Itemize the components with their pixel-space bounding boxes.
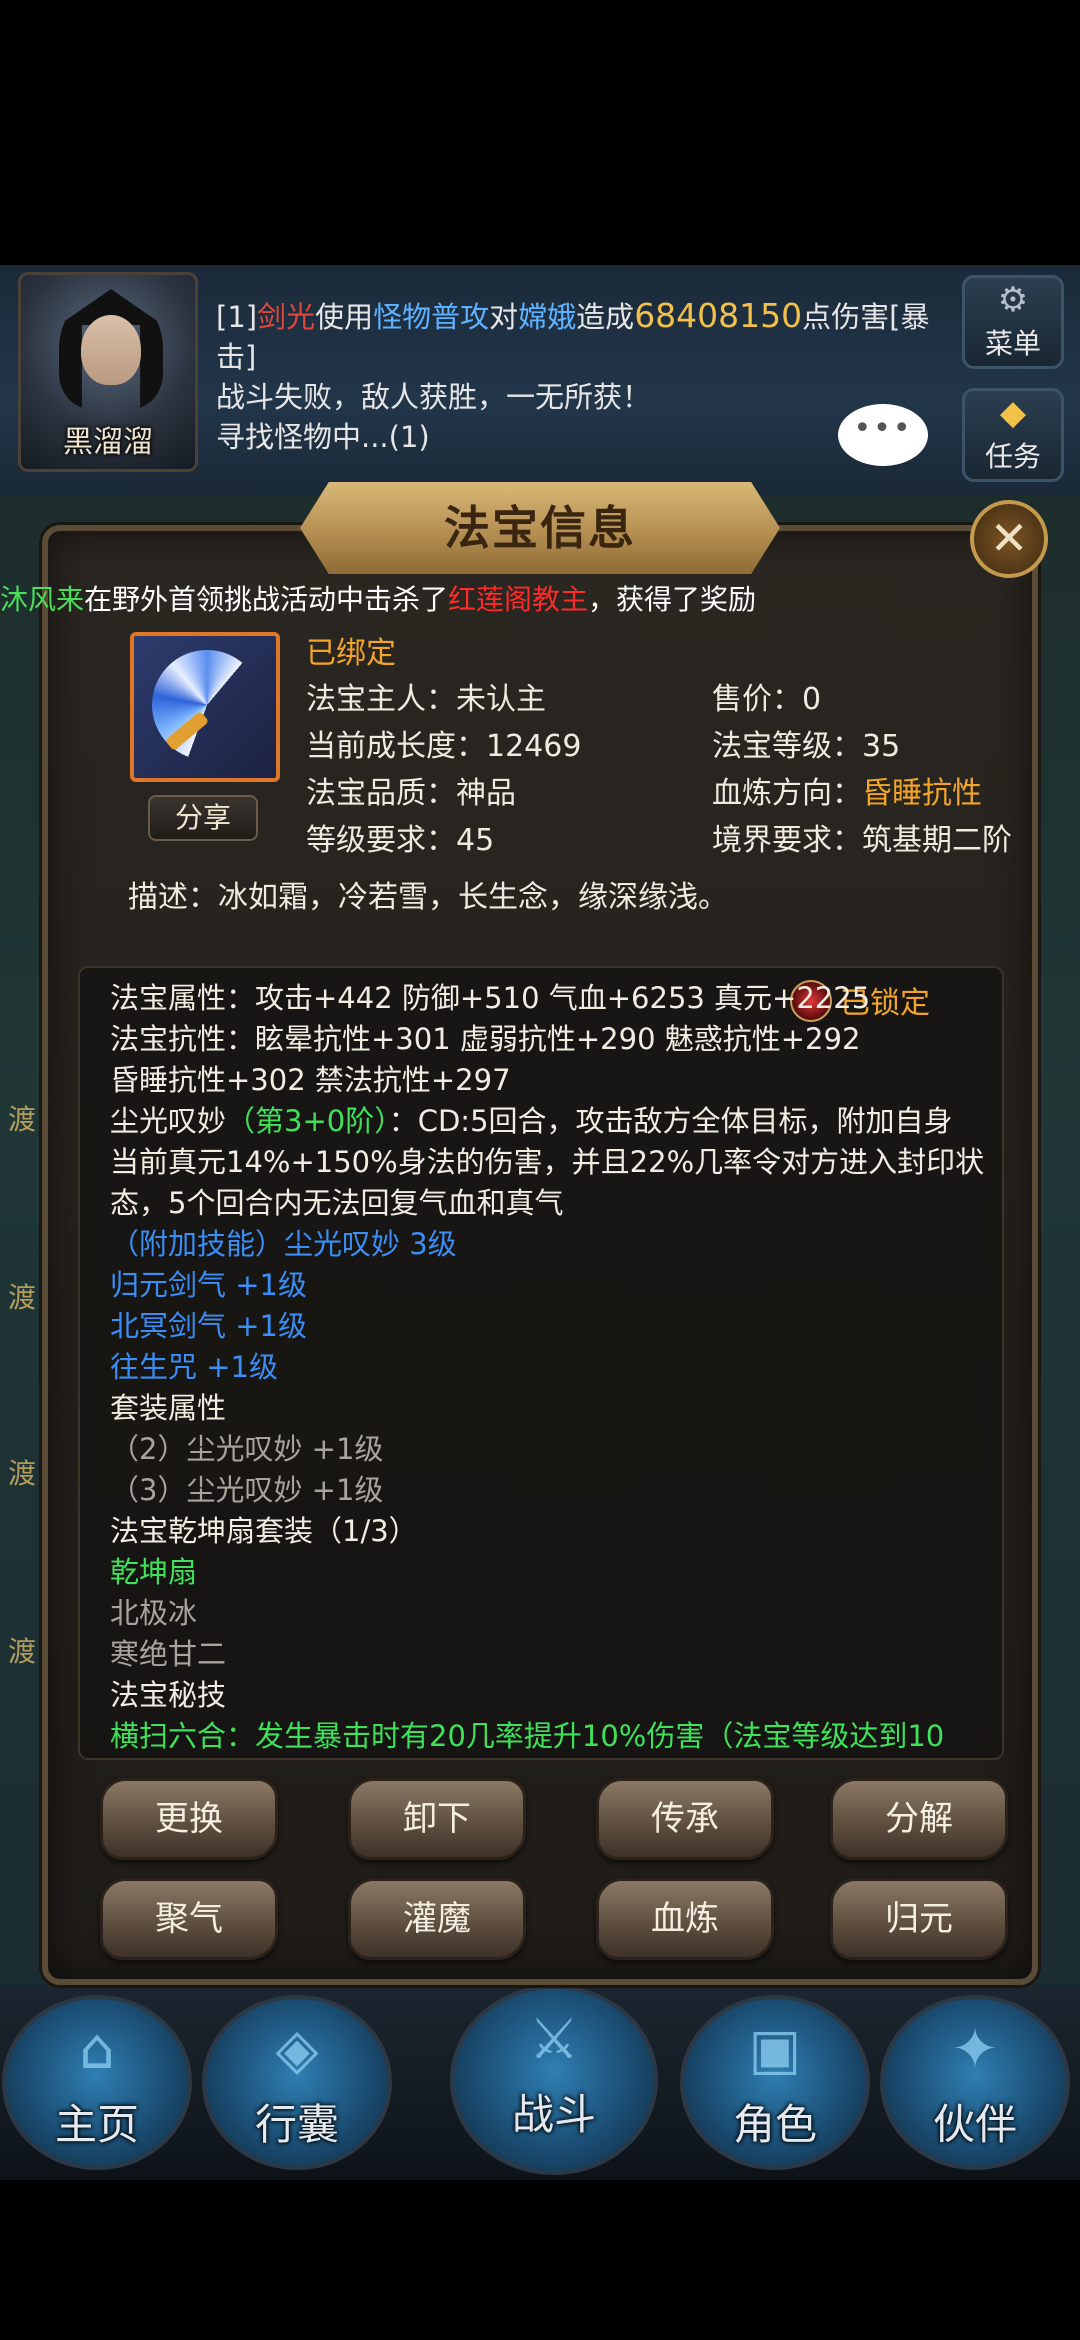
secret-skill-line: 横扫六合：发生暴击时有20几率提升10%伤害（法宝等级达到10 <box>110 1719 945 1753</box>
treasure-icon[interactable] <box>130 632 280 782</box>
bonus-skill: 归元剑气 +1级 <box>110 1268 307 1302</box>
nav-partner[interactable]: ✦ 伙伴 <box>880 1995 1070 2170</box>
nav-character[interactable]: ▣ 角色 <box>680 1995 870 2170</box>
nav-battle[interactable]: ⚔ 战斗 <box>450 1985 658 2175</box>
bonus-skill: 北冥剑气 +1级 <box>110 1309 307 1343</box>
broadcast-boss: 红莲阁教主 <box>448 583 589 616</box>
treasure-description: 描述：冰如霜，冷若雪，长生念，缘深缘浅。 <box>128 880 728 915</box>
log-skill: 怪物普攻 <box>373 300 490 334</box>
log-attacker: 剑光 <box>257 300 316 334</box>
nav-bag[interactable]: ◈ 行囊 <box>202 1995 392 2170</box>
skill-stage: （第3+0阶） <box>226 1104 389 1138</box>
side-label: 渡 <box>8 1457 37 1490</box>
blood-direction-label: 血炼方向： <box>712 776 862 811</box>
attributes-box[interactable]: 已锁定 法宝属性：攻击+442 防御+510 气血+6253 真元+2225 法… <box>78 966 1004 1760</box>
nav-label: 伙伴 <box>932 2100 1017 2149</box>
share-button[interactable]: 分享 <box>148 795 258 841</box>
set-name: 法宝乾坤扇套装（1/3） <box>110 1514 418 1548</box>
replace-button[interactable]: 更换 <box>100 1778 278 1860</box>
gather-qi-button[interactable]: 聚气 <box>100 1878 278 1960</box>
set-attribute-heading: 套装属性 <box>110 1391 227 1425</box>
battle-log-line-3: 寻找怪物中...(1) <box>216 420 430 454</box>
set-piece: 寒绝甘二 <box>110 1637 227 1671</box>
return-origin-button[interactable]: 归元 <box>830 1878 1008 1960</box>
menu-button[interactable]: ⚙ 菜单 <box>962 275 1064 369</box>
chat-bubble-icon[interactable]: ••• <box>838 404 928 466</box>
log-target: 嫦娥 <box>518 300 577 334</box>
log-damage: 68408150 <box>634 296 803 335</box>
nav-label: 主页 <box>54 2100 139 2149</box>
system-broadcast: 沐风来在野外首领挑战活动中击杀了红莲阁教主，获得了奖励 <box>0 580 1080 620</box>
treasure-level: 法宝等级：35 <box>712 729 901 764</box>
treasure-owner: 法宝主人：未认主 <box>306 682 546 717</box>
diamond-icon: ◆ <box>999 393 1027 433</box>
bound-status: 已绑定 <box>306 636 396 671</box>
log-text: 造成 <box>576 300 635 334</box>
decompose-button[interactable]: 分解 <box>830 1778 1008 1860</box>
side-label: 渡 <box>8 1635 37 1668</box>
bag-icon: ◈ <box>275 2017 319 2082</box>
broadcast-player: 沐风来 <box>0 583 85 616</box>
realm-requirement: 境界要求：筑基期二阶 <box>712 823 1012 858</box>
home-icon: ⌂ <box>79 2017 115 2082</box>
attr-line: 法宝抗性：眩晕抗性+301 虚弱抗性+290 魅惑抗性+292 <box>110 1022 861 1056</box>
sword-icon: ⚔ <box>528 2007 580 2072</box>
extra-skill: （附加技能）尘光叹妙 3级 <box>110 1227 457 1261</box>
player-name: 黑溜溜 <box>63 425 153 460</box>
player-avatar[interactable]: 黑溜溜 <box>18 272 198 472</box>
log-prefix: [1] <box>216 300 258 334</box>
nav-label: 行囊 <box>254 2100 339 2149</box>
wolf-icon: ✦ <box>951 2017 999 2082</box>
panel-title: 法宝信息 <box>444 501 636 555</box>
broadcast-text: 在野外首领挑战活动中击杀了 <box>84 583 449 616</box>
set-piece-owned: 乾坤扇 <box>110 1555 198 1589</box>
side-label: 渡 <box>8 1281 37 1314</box>
close-button[interactable]: ✕ <box>970 500 1048 578</box>
set-bonus: （3）尘光叹妙 +1级 <box>110 1473 384 1507</box>
task-label: 任务 <box>984 440 1041 473</box>
nav-label: 战斗 <box>511 2090 596 2139</box>
attr-line: 昏睡抗性+302 禁法抗性+297 <box>110 1063 511 1097</box>
menu-label: 菜单 <box>984 327 1041 360</box>
treasure-growth: 当前成长度：12469 <box>306 729 582 764</box>
skill-line: 态，5个回合内无法回复气血和真气 <box>110 1186 564 1220</box>
avatar-face <box>81 315 141 385</box>
level-requirement: 等级要求：45 <box>306 823 495 858</box>
set-bonus: （2）尘光叹妙 +1级 <box>110 1432 384 1466</box>
infuse-magic-button[interactable]: 灌魔 <box>348 1878 526 1960</box>
blood-direction-value: 昏睡抗性 <box>862 776 982 811</box>
attr-line: 法宝属性：攻击+442 防御+510 气血+6253 真元+2225 <box>110 981 871 1015</box>
nav-label: 角色 <box>732 2100 817 2149</box>
blood-refine-button[interactable]: 血炼 <box>596 1878 774 1960</box>
nav-home[interactable]: ⌂ 主页 <box>2 1995 192 2170</box>
bonus-skill: 往生咒 +1级 <box>110 1350 278 1384</box>
gear-icon: ⚙ <box>997 280 1029 320</box>
log-text: 对 <box>489 300 519 334</box>
log-text: 使用 <box>315 300 374 334</box>
treasure-quality: 法宝品质：神品 <box>306 776 516 811</box>
chest-icon: ▣ <box>748 2017 802 2082</box>
broadcast-text: ，获得了奖励 <box>588 583 757 616</box>
skill-name: 尘光叹妙 <box>110 1104 227 1138</box>
close-icon: ✕ <box>989 511 1029 565</box>
skill-text: ：CD:5回合，攻击敌方全体目标，附加自身 <box>388 1104 953 1138</box>
unequip-button[interactable]: 卸下 <box>348 1778 526 1860</box>
skill-line: 尘光叹妙（第3+0阶）：CD:5回合，攻击敌方全体目标，附加自身 <box>110 1101 953 1142</box>
set-piece: 北极冰 <box>110 1596 198 1630</box>
blood-direction: 血炼方向：昏睡抗性 <box>712 768 982 812</box>
skill-line: 当前真元14%+150%身法的伤害，并且22%几率令对方进入封印状 <box>110 1145 985 1179</box>
secret-skill-heading: 法宝秘技 <box>110 1678 227 1712</box>
side-label: 渡 <box>8 1103 37 1136</box>
battle-log-line-2: 战斗失败，敌人获胜，一无所获！ <box>216 380 652 414</box>
battle-log-line-1: [1]剑光使用怪物普攻对嫦娥造成68408150点伤害[暴击] <box>216 296 936 377</box>
inherit-button[interactable]: 传承 <box>596 1778 774 1860</box>
treasure-price: 售价：0 <box>712 682 822 717</box>
task-button[interactable]: ◆ 任务 <box>962 388 1064 482</box>
battle-log: [1]剑光使用怪物普攻对嫦娥造成68408150点伤害[暴击] 战斗失败，敌人获… <box>216 296 936 457</box>
